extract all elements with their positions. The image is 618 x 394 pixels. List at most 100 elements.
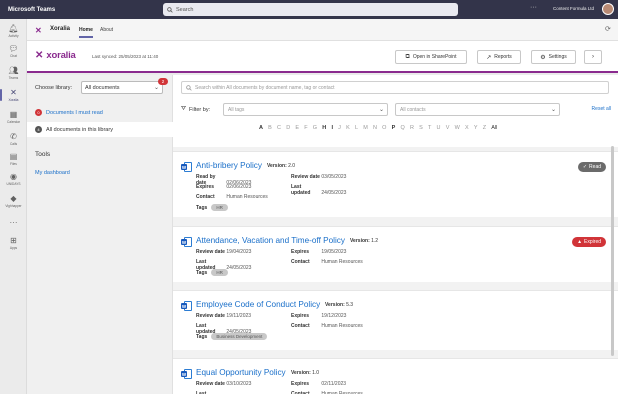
letter-filter-all[interactable]: All	[491, 125, 497, 131]
document-title[interactable]: Anti-bribery Policy	[196, 161, 262, 170]
letter-filter-i[interactable]: I	[331, 125, 333, 131]
word-doc-icon: W	[181, 301, 192, 311]
letter-filter-p[interactable]: P	[392, 125, 396, 131]
rail-item-7[interactable]: ◉ UNIDAYS	[0, 169, 27, 189]
rail-item-2[interactable]: 👥︎ Teams	[0, 63, 27, 83]
contacts-select[interactable]: All contacts ⌄	[395, 103, 560, 116]
tab-about[interactable]: About	[100, 27, 113, 33]
rail-item-10[interactable]: ⊞ Apps	[0, 233, 27, 253]
word-doc-icon: W	[181, 162, 192, 172]
document-tags: Tags HR	[196, 269, 228, 276]
more-options-icon[interactable]: ···	[530, 4, 537, 11]
letter-filter-u[interactable]: U	[437, 125, 441, 131]
check-icon: ✓	[582, 164, 588, 170]
document-list: W Anti-bribery Policy Version: 2.0 Read by …	[173, 147, 618, 394]
tools-heading: Tools	[35, 151, 51, 158]
letter-filter-b[interactable]: B	[268, 125, 272, 131]
app-name: Xoralia	[50, 26, 71, 32]
tag-chip[interactable]: Business Development	[211, 333, 268, 340]
letter-filter-t[interactable]: T	[428, 125, 431, 131]
my-dashboard-link[interactable]: My dashboard	[35, 170, 70, 176]
letter-filter-v[interactable]: V	[446, 125, 450, 131]
document-title[interactable]: Equal Opportunity Policy	[196, 368, 286, 377]
document-field: Contact Human Resources	[291, 259, 363, 265]
letter-filter-d[interactable]: D	[286, 125, 290, 131]
search-placeholder: Search within All documents by document …	[195, 84, 335, 91]
rail-item-4[interactable]: ▦ Calendar	[0, 107, 27, 127]
nav-all-documents[interactable]: 4 All documents in this library	[27, 122, 173, 137]
tag-chip[interactable]: HR	[211, 204, 228, 211]
rail-item-5[interactable]: ✆ Calls	[0, 129, 27, 149]
nav-label: Documents I must read	[46, 109, 103, 116]
word-doc-icon: W	[181, 369, 192, 379]
letter-filter-r[interactable]: R	[410, 125, 414, 131]
letter-filter-c[interactable]: C	[277, 125, 281, 131]
teams-search-placeholder: Search	[176, 6, 194, 13]
letter-filter-g[interactable]: G	[313, 125, 317, 131]
chart-icon: ↗	[486, 54, 492, 61]
letter-filter-m[interactable]: M	[363, 125, 368, 131]
tag-chip[interactable]: HR	[211, 269, 228, 276]
app-icon: ◆	[10, 193, 17, 203]
nav-documents-i-must-read[interactable]: 0 Documents I must read	[27, 105, 173, 120]
letter-filter-j[interactable]: J	[338, 125, 341, 131]
rail-label: Calls	[9, 141, 18, 146]
rail-item-9[interactable]: ···	[0, 213, 27, 233]
document-tags: Tags Business Development	[196, 333, 268, 340]
letter-filter-k[interactable]: K	[346, 125, 350, 131]
chat-icon: 💬︎	[8, 43, 19, 53]
document-field: Last updated 24/05/2023	[291, 184, 347, 196]
reset-all-link[interactable]: Reset all	[592, 106, 611, 112]
avatar[interactable]	[602, 3, 614, 15]
document-field: Contact Human Resources	[291, 323, 363, 329]
letter-filter-o[interactable]: O	[382, 125, 386, 131]
document-card[interactable]: W Anti-bribery Policy Version: 2.0 Read by …	[173, 151, 618, 217]
letter-filter-a[interactable]: A	[259, 125, 263, 131]
document-card[interactable]: W Attendance, Vacation and Time-off Polic…	[173, 226, 618, 282]
expand-button[interactable]: ›	[584, 50, 602, 64]
letter-filter-n[interactable]: N	[373, 125, 377, 131]
library-select[interactable]: All documents ⌄	[81, 81, 163, 94]
xoralia-mark-icon: ✕	[35, 50, 44, 61]
phone-icon: ✆	[10, 131, 17, 141]
document-field: Review date 19/11/2023	[196, 313, 252, 319]
rail-item-8[interactable]: ◆ Vighhapper	[0, 191, 27, 211]
word-doc-icon: W	[181, 237, 192, 247]
scrollbar[interactable]	[611, 146, 614, 356]
document-card[interactable]: W Employee Code of Conduct Policy Version:…	[173, 290, 618, 350]
letter-filter-q[interactable]: Q	[400, 125, 404, 131]
xoralia-brand: ✕ xoralia	[35, 50, 76, 61]
rail-label: Activity	[8, 33, 19, 38]
letter-filter-w[interactable]: W	[455, 125, 460, 131]
xoralia-icon: ✕	[10, 87, 17, 97]
settings-button[interactable]: ⚙ Settings	[531, 50, 576, 64]
refresh-icon[interactable]: ⟳	[605, 25, 611, 33]
teams-icon: 👥︎	[8, 65, 19, 75]
filter-text: Filter by:	[189, 106, 211, 113]
open-in-sharepoint-button[interactable]: ⧉ Open in SharePoint	[395, 50, 467, 64]
warning-icon: ▲	[577, 239, 583, 245]
letter-filter-e[interactable]: E	[295, 125, 299, 131]
status-badge: ✓ Read	[577, 162, 606, 172]
rail-item-0[interactable]: 🔔︎ Activity	[0, 21, 27, 41]
alphabet-filter: A B C D E F G H I J K L M N O P Q R S T U V W X Y Z All	[259, 125, 497, 131]
app-title: Microsoft Teams	[8, 6, 56, 13]
letter-filter-x[interactable]: X	[465, 125, 469, 131]
document-title[interactable]: Attendance, Vacation and Time-off Policy	[196, 236, 345, 245]
letter-filter-l[interactable]: L	[355, 125, 358, 131]
rail-item-1[interactable]: 💬︎ Chat	[0, 41, 27, 61]
letter-filter-h[interactable]: H	[322, 125, 326, 131]
tags-select[interactable]: All tags ⌄	[223, 103, 388, 116]
document-search-input[interactable]: Search within All documents by document …	[181, 81, 609, 94]
tab-home[interactable]: Home	[79, 27, 93, 38]
teams-search-input[interactable]: Search	[163, 3, 458, 16]
document-card[interactable]: W Equal Opportunity Policy Version: 1.0 Rev…	[173, 358, 618, 394]
letter-filter-s[interactable]: S	[419, 125, 423, 131]
reports-button[interactable]: ↗ Reports	[477, 50, 521, 64]
letter-filter-z[interactable]: Z	[483, 125, 486, 131]
letter-filter-y[interactable]: Y	[474, 125, 478, 131]
rail-item-3[interactable]: ✕ Xoralia	[0, 85, 27, 105]
document-title[interactable]: Employee Code of Conduct Policy	[196, 300, 320, 309]
rail-item-6[interactable]: ▤ Files	[0, 149, 27, 169]
letter-filter-f[interactable]: F	[304, 125, 307, 131]
